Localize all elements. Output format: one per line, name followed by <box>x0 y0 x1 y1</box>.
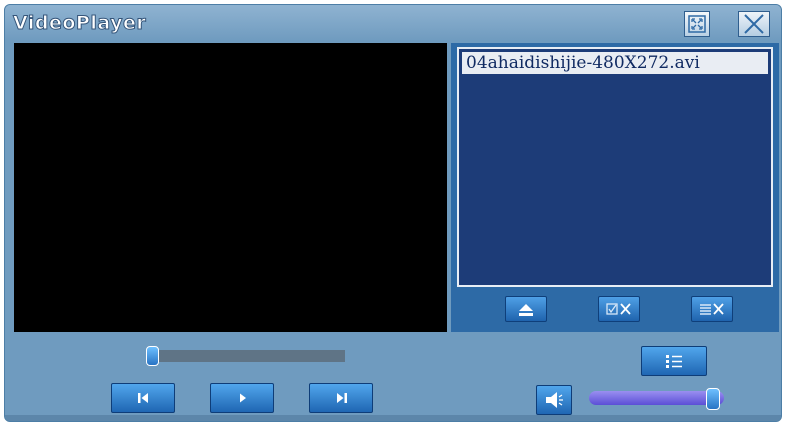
volume-slider-handle[interactable] <box>706 388 720 410</box>
remove-selected-button[interactable] <box>598 296 640 322</box>
previous-icon <box>138 393 148 403</box>
next-button[interactable] <box>309 383 373 413</box>
next-icon <box>337 393 347 403</box>
clear-playlist-button[interactable] <box>691 296 733 322</box>
playlist-item[interactable]: 04ahaidishijie-480X272.avi <box>462 52 768 74</box>
previous-button[interactable] <box>111 383 175 413</box>
playlist-list[interactable]: 04ahaidishijie-480X272.avi <box>457 47 773 287</box>
fullscreen-icon <box>688 15 706 33</box>
play-icon <box>240 393 246 403</box>
video-display[interactable] <box>14 43 447 332</box>
title-bar[interactable]: VideoPlayer <box>5 5 781 41</box>
playlist-panel: 04ahaidishijie-480X272.avi <box>451 43 779 332</box>
playlist-icon <box>666 355 682 368</box>
remove-selected-icon <box>606 303 631 315</box>
seek-bar-handle[interactable] <box>146 346 159 366</box>
clear-list-icon <box>700 303 724 315</box>
video-player-window: VideoPlayer 04ahaidishijie-480X272.avi <box>4 4 782 422</box>
eject-button[interactable] <box>505 296 547 322</box>
close-button[interactable] <box>738 11 770 37</box>
seek-bar-track[interactable] <box>153 350 345 362</box>
speaker-icon <box>546 392 563 408</box>
window-title: VideoPlayer <box>12 12 147 35</box>
mute-button[interactable] <box>536 385 572 415</box>
playlist-toggle-button[interactable] <box>641 346 707 376</box>
bottom-edge <box>5 415 781 421</box>
close-icon <box>744 14 764 34</box>
play-button[interactable] <box>210 383 274 413</box>
volume-slider-track[interactable] <box>589 391 724 405</box>
fullscreen-button[interactable] <box>684 11 710 37</box>
eject-icon <box>519 304 533 316</box>
